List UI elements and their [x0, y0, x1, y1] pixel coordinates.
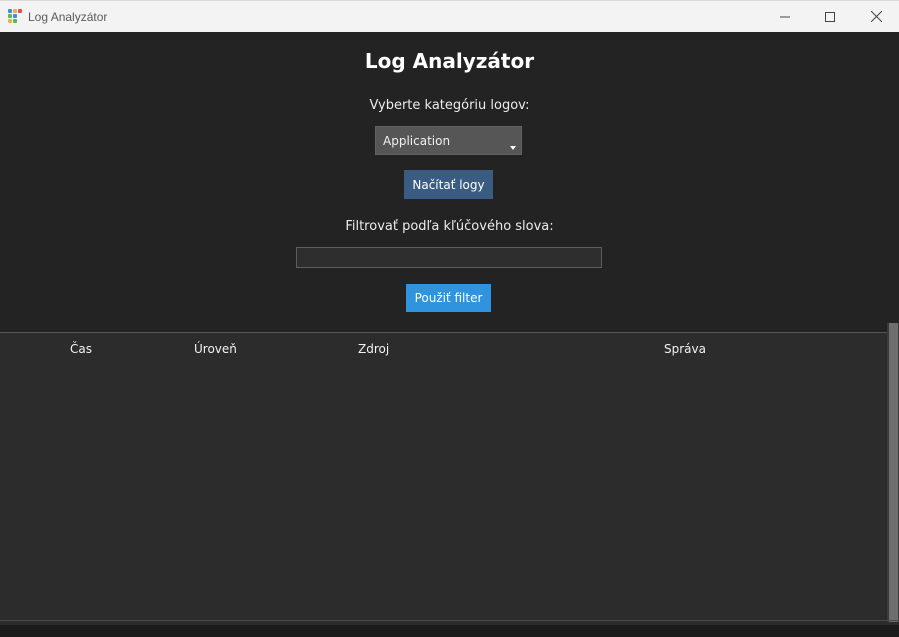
category-label: Vyberte kategóriu logov: — [369, 98, 530, 113]
category-select[interactable]: Application — [375, 126, 522, 155]
filter-label: Filtrovať podľa kľúčového slova: — [345, 219, 554, 234]
minimize-icon — [780, 16, 790, 17]
filter-keyword-input[interactable] — [296, 247, 602, 268]
app-window: Log Analyzátor Log Analyzátor Vyberte ka… — [0, 0, 899, 637]
title-bar[interactable]: Log Analyzátor — [0, 0, 899, 32]
table-header: Čas Úroveň Zdroj Správa — [0, 333, 886, 363]
window-title: Log Analyzátor — [28, 10, 108, 24]
dropdown-arrow-icon — [510, 146, 516, 150]
load-logs-button[interactable]: Načítať logy — [404, 170, 493, 199]
log-table[interactable]: Čas Úroveň Zdroj Správa — [0, 323, 899, 625]
app-grid-icon — [8, 9, 22, 23]
vertical-scrollbar[interactable] — [887, 323, 899, 622]
maximize-button[interactable] — [807, 1, 853, 32]
column-header-message[interactable]: Správa — [664, 342, 706, 356]
close-icon — [870, 11, 882, 22]
column-header-source[interactable]: Zdroj — [358, 342, 389, 356]
controls-panel: Log Analyzátor Vyberte kategóriu logov: … — [0, 32, 899, 332]
scrollbar-thumb[interactable] — [889, 323, 898, 622]
window-bottom-edge — [0, 625, 899, 637]
apply-filter-button[interactable]: Použiť filter — [406, 284, 491, 312]
minimize-button[interactable] — [762, 1, 808, 32]
column-header-level[interactable]: Úroveň — [194, 342, 237, 356]
category-select-value: Application — [383, 134, 451, 148]
divider — [0, 620, 899, 621]
maximize-icon — [825, 11, 835, 22]
close-button[interactable] — [853, 1, 899, 32]
table-body[interactable] — [0, 363, 886, 621]
page-title: Log Analyzátor — [364, 49, 535, 73]
column-header-time[interactable]: Čas — [70, 342, 92, 356]
